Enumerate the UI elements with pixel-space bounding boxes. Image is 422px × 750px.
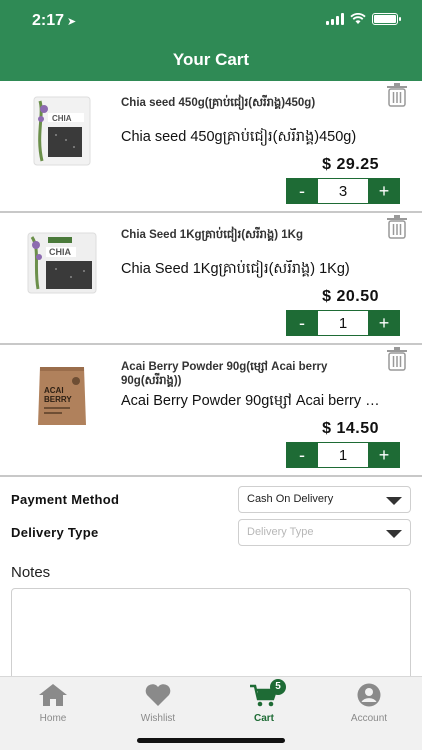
product-name[interactable]: Acai Berry Powder 90gម្សៅ Acai berry 90g	[121, 392, 386, 413]
app-header: 2:17 ➤ Your Cart	[0, 0, 422, 81]
signal-icon	[326, 13, 344, 25]
svg-text:BERRY: BERRY	[44, 395, 72, 404]
decrease-quantity-button[interactable]: -	[286, 178, 318, 204]
status-time: 2:17 ➤	[32, 12, 76, 30]
status-time-text: 2:17	[32, 12, 65, 29]
trash-icon[interactable]	[386, 215, 408, 239]
decrease-quantity-button[interactable]: -	[286, 310, 318, 336]
tab-home-label: Home	[39, 713, 67, 724]
account-icon	[357, 683, 381, 707]
product-price: $ 20.50	[322, 288, 379, 305]
cart-count-badge: 5	[270, 679, 286, 695]
quantity-value[interactable]: 3	[318, 178, 368, 204]
tab-cart[interactable]: 5 Cart	[224, 679, 304, 724]
decrease-quantity-button[interactable]: -	[286, 442, 318, 468]
tab-wishlist[interactable]: Wishlist	[118, 683, 198, 724]
home-indicator	[137, 738, 285, 743]
increase-quantity-button[interactable]: +	[368, 310, 400, 336]
svg-text:ACAI: ACAI	[44, 386, 64, 395]
product-image: CHIA	[27, 232, 97, 294]
delivery-type-placeholder: Delivery Type	[247, 526, 314, 538]
status-icons	[326, 13, 401, 25]
cart-item: CHIA Chia Seed 1Kgគ្រាប់ជៀរ(សរីរាង្គ) 1K…	[0, 213, 422, 345]
page-title: Your Cart	[172, 50, 250, 69]
product-price: $ 14.50	[322, 420, 379, 437]
svg-text:CHIA: CHIA	[52, 114, 72, 123]
trash-icon[interactable]	[386, 83, 408, 107]
product-name[interactable]: Chia seed 450gគ្រាប់ជៀរ(សរីរាង្គ)450g)	[121, 128, 386, 149]
product-name[interactable]: Chia Seed 1Kgគ្រាប់ជៀរ(សរីរាង្គ) 1Kg)	[121, 260, 386, 281]
quantity-stepper: - 3 +	[286, 178, 400, 204]
tab-account-label: Account	[350, 713, 388, 724]
home-icon	[39, 684, 67, 706]
location-arrow-icon: ➤	[67, 16, 77, 28]
tab-home[interactable]: Home	[13, 683, 93, 724]
increase-quantity-button[interactable]: +	[368, 442, 400, 468]
heart-icon	[145, 684, 171, 706]
cart-item: ACAI BERRY Acai Berry Powder 90g(ម្សៅ Ac…	[0, 345, 422, 477]
chevron-down-icon	[386, 530, 402, 538]
product-name-short: Acai Berry Powder 90g(ម្សៅ Acai berry 90…	[121, 361, 328, 387]
wifi-icon	[350, 13, 366, 24]
quantity-value[interactable]: 1	[318, 310, 368, 336]
quantity-value[interactable]: 1	[318, 442, 368, 468]
cart-item-list: CHIA Chia seed 450g(គ្រាប់ជៀរ(សរីរាង្គ)4…	[0, 81, 422, 477]
product-name-short: Chia seed 450g(គ្រាប់ជៀរ(សរីរាង្គ)450g)	[121, 97, 316, 109]
payment-method-label: Payment Method	[11, 492, 120, 507]
quantity-stepper: - 1 +	[286, 442, 400, 468]
battery-icon	[372, 13, 401, 25]
trash-icon[interactable]	[386, 347, 408, 371]
tab-wishlist-label: Wishlist	[140, 713, 176, 724]
quantity-stepper: - 1 +	[286, 310, 400, 336]
product-name-short: Chia Seed 1Kgគ្រាប់ជៀរ(សរីរាង្គ) 1Kg	[121, 229, 304, 241]
tab-account[interactable]: Account	[329, 683, 409, 724]
product-image: ACAI BERRY	[38, 367, 86, 425]
notes-label: Notes	[11, 564, 51, 581]
product-price: $ 29.25	[322, 156, 379, 173]
delivery-type-label: Delivery Type	[11, 525, 99, 540]
increase-quantity-button[interactable]: +	[368, 178, 400, 204]
payment-method-value: Cash On Delivery	[247, 493, 334, 505]
cart-item: CHIA Chia seed 450g(គ្រាប់ជៀរ(សរីរាង្គ)4…	[0, 81, 422, 213]
product-image: CHIA	[33, 96, 91, 166]
svg-text:CHIA: CHIA	[49, 247, 71, 257]
tab-cart-label: Cart	[253, 713, 274, 724]
payment-method-select[interactable]: Cash On Delivery	[238, 486, 411, 513]
delivery-type-select[interactable]: Delivery Type	[238, 519, 411, 546]
chevron-down-icon	[386, 497, 402, 505]
